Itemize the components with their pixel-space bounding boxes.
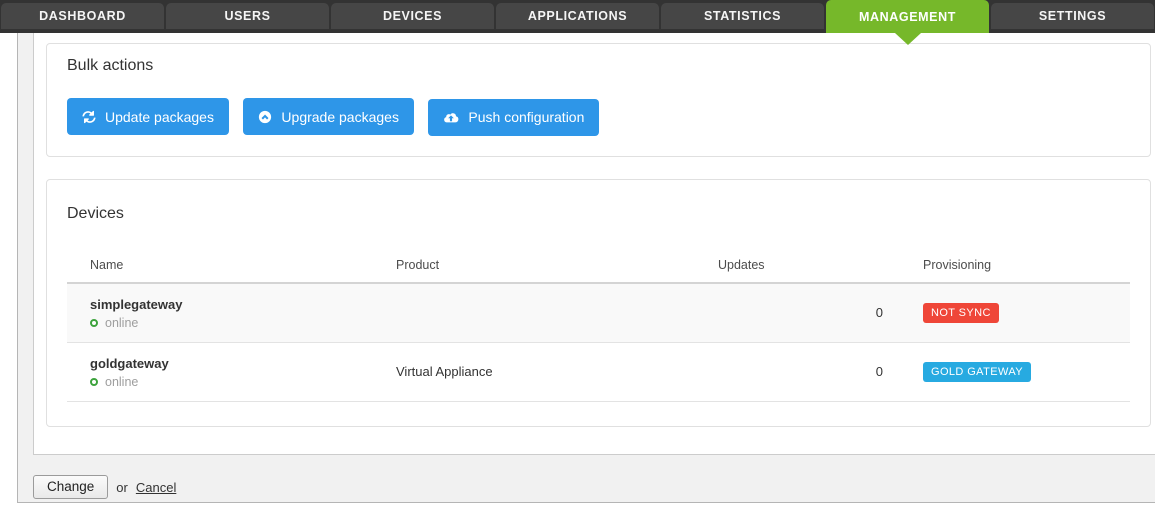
provisioning-status-badge: GOLD GATEWAY xyxy=(923,362,1031,382)
column-header-name: Name xyxy=(67,250,373,283)
upgrade-packages-label: Upgrade packages xyxy=(281,109,399,125)
device-updates-count: 0 xyxy=(695,342,900,401)
chevron-circle-up-icon xyxy=(258,110,272,124)
tab-management[interactable]: MANAGEMENT xyxy=(826,0,989,33)
bulk-actions-button-row: Update packages Upgrade packages xyxy=(67,98,1130,136)
bulk-actions-card: Bulk actions Update packages xyxy=(46,43,1151,157)
tab-dashboard[interactable]: DASHBOARD xyxy=(1,3,164,29)
devices-table-header-row: Name Product Updates Provisioning xyxy=(67,250,1130,283)
device-product: Virtual Appliance xyxy=(373,342,695,401)
upgrade-packages-button[interactable]: Upgrade packages xyxy=(243,98,414,135)
cloud-upload-icon xyxy=(443,111,459,124)
table-row-goldgateway[interactable]: goldgateway online Virtual Appliance 0 G… xyxy=(67,342,1130,401)
refresh-icon xyxy=(82,110,96,124)
column-header-product: Product xyxy=(373,250,695,283)
devices-table: Name Product Updates Provisioning simple… xyxy=(67,250,1130,402)
top-navbar: DASHBOARD USERS DEVICES APPLICATIONS STA… xyxy=(0,0,1155,33)
update-packages-button[interactable]: Update packages xyxy=(67,98,229,135)
tab-users[interactable]: USERS xyxy=(166,3,329,29)
device-name: goldgateway xyxy=(90,355,365,372)
devices-card: Devices Name Product Updates Provisionin… xyxy=(46,179,1151,427)
form-submit-row: Change or Cancel xyxy=(33,475,176,499)
tab-statistics[interactable]: STATISTICS xyxy=(661,3,824,29)
change-button[interactable]: Change xyxy=(33,475,108,499)
tab-applications[interactable]: APPLICATIONS xyxy=(496,3,659,29)
tab-devices[interactable]: DEVICES xyxy=(331,3,494,29)
device-status-label: online xyxy=(105,316,138,330)
column-header-updates: Updates xyxy=(695,250,900,283)
active-tab-pointer xyxy=(895,33,921,45)
provisioning-status-badge: NOT SYNC xyxy=(923,303,999,323)
device-name: simplegateway xyxy=(90,296,365,313)
push-configuration-label: Push configuration xyxy=(468,109,584,125)
tab-settings[interactable]: SETTINGS xyxy=(991,3,1154,29)
or-label: or xyxy=(116,480,128,495)
device-status: online xyxy=(90,316,365,330)
device-product xyxy=(373,283,695,343)
online-status-icon xyxy=(90,378,98,386)
table-row-simplegateway[interactable]: simplegateway online 0 NOT SYNC xyxy=(67,283,1130,343)
cancel-link[interactable]: Cancel xyxy=(136,480,176,495)
online-status-icon xyxy=(90,319,98,327)
push-configuration-button[interactable]: Push configuration xyxy=(428,99,599,136)
column-header-provisioning: Provisioning xyxy=(900,250,1130,283)
update-packages-label: Update packages xyxy=(105,109,214,125)
management-form-panel: Bulk actions Update packages xyxy=(33,33,1155,455)
device-updates-count: 0 xyxy=(695,283,900,343)
device-status-label: online xyxy=(105,375,138,389)
page-frame: Bulk actions Update packages xyxy=(17,33,1155,503)
devices-title: Devices xyxy=(67,204,1130,224)
bulk-actions-title: Bulk actions xyxy=(67,56,1130,76)
device-status: online xyxy=(90,375,365,389)
